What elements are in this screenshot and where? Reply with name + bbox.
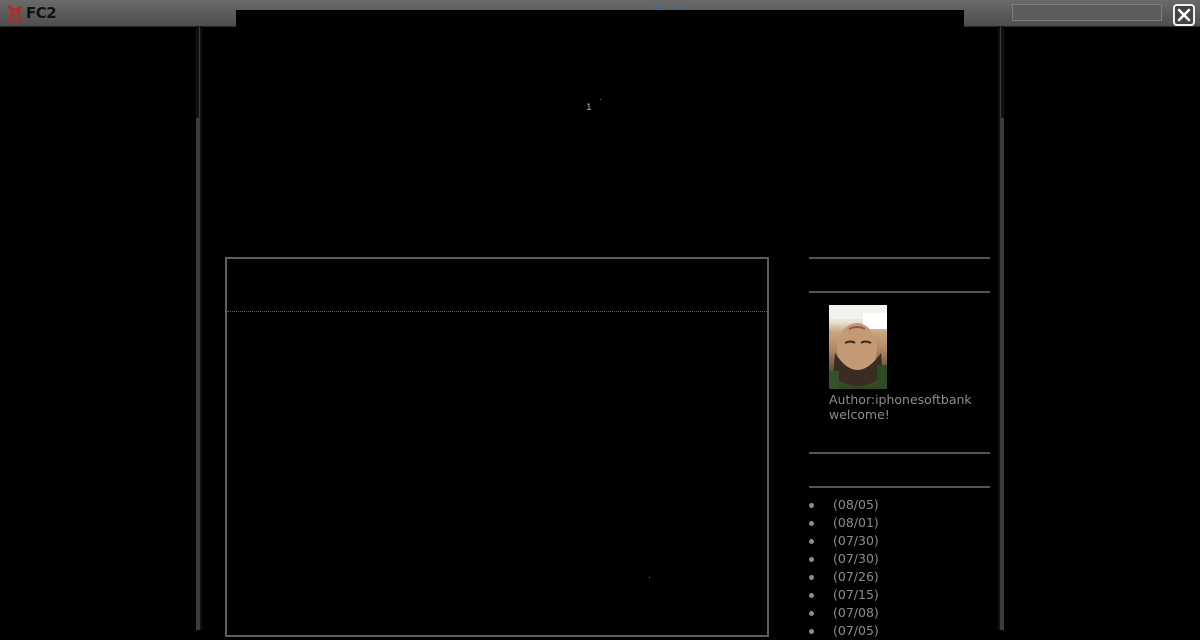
author-profile: Author:iphonesoftbank welcome!	[829, 392, 972, 422]
fc2-logo-text: FC2	[26, 4, 57, 22]
blog-entry	[225, 257, 769, 637]
toolbar-search-input[interactable]	[1012, 4, 1162, 21]
sidebar-divider	[809, 486, 990, 488]
recent-entry[interactable]: (07/08)	[809, 604, 879, 622]
author-avatar	[829, 305, 887, 389]
close-icon	[1177, 8, 1191, 22]
header-speck	[600, 99, 601, 100]
fc2-fox-icon	[7, 5, 23, 23]
fc2-logo[interactable]: FC2	[7, 3, 57, 23]
recent-entry[interactable]: (07/05)	[809, 622, 879, 640]
recent-entry[interactable]: (07/26)	[809, 568, 879, 586]
page-frame-right	[998, 26, 1004, 630]
close-button[interactable]	[1173, 4, 1195, 26]
sidebar-divider	[809, 257, 990, 259]
recent-entries-list: (08/05) (08/01) (07/30) (07/30) (07/26) …	[809, 496, 879, 640]
recent-entry[interactable]: (07/30)	[809, 550, 879, 568]
author-greeting: welcome!	[829, 407, 890, 422]
author-name[interactable]: Author:iphonesoftbank	[829, 392, 972, 407]
recent-entry[interactable]: (07/15)	[809, 586, 879, 604]
banner-ad-area[interactable]	[236, 10, 964, 27]
recent-entry[interactable]: (08/01)	[809, 514, 879, 532]
recent-entry[interactable]: (07/30)	[809, 532, 879, 550]
entry-title-divider	[227, 311, 767, 312]
page-frame-left	[196, 26, 202, 630]
recent-entry[interactable]: (08/05)	[809, 496, 879, 514]
header-number: 1	[586, 103, 592, 113]
sidebar-divider	[809, 291, 990, 293]
sidebar-divider	[809, 452, 990, 454]
